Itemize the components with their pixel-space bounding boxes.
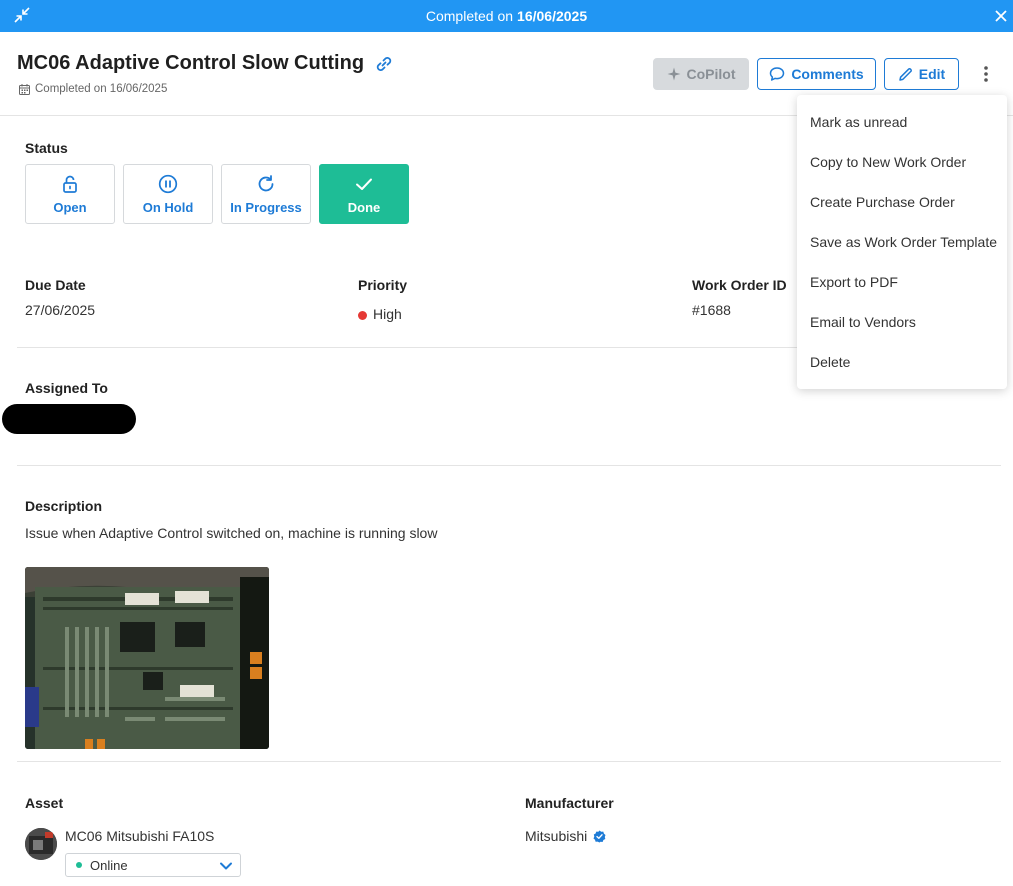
check-icon	[356, 178, 372, 190]
status-label: Status	[25, 140, 68, 156]
priority-value: High	[358, 306, 402, 322]
status-open-button[interactable]: Open	[25, 164, 115, 224]
menu-item-email-vendors[interactable]: Email to Vendors	[810, 314, 916, 330]
menu-item-create-purchase-order[interactable]: Create Purchase Order	[810, 194, 955, 210]
description-label: Description	[25, 498, 103, 514]
machine-thumbnail	[25, 828, 57, 860]
more-options-icon[interactable]	[976, 62, 996, 86]
pause-icon	[158, 174, 178, 193]
divider	[17, 761, 1001, 762]
asset-label: Asset	[25, 795, 64, 811]
due-date-value: 27/06/2025	[25, 302, 96, 318]
priority-text: High	[373, 306, 402, 322]
edit-button[interactable]: Edit	[884, 58, 959, 90]
status-on-hold-button[interactable]: On Hold	[123, 164, 213, 224]
manufacturer-value: Mitsubishi	[525, 828, 606, 844]
menu-item-save-template[interactable]: Save as Work Order Template	[810, 234, 997, 250]
close-icon[interactable]	[991, 6, 1011, 26]
online-indicator	[76, 862, 82, 868]
unlock-icon	[63, 175, 77, 193]
more-options-menu: Mark as unread Copy to New Work Order Cr…	[797, 95, 1007, 389]
comments-label: Comments	[791, 66, 864, 82]
attachment-image[interactable]	[25, 567, 269, 749]
status-open-label: Open	[53, 199, 87, 215]
asset-name[interactable]: MC06 Mitsubishi FA10S	[65, 828, 214, 844]
description-text: Issue when Adaptive Control switched on,…	[25, 525, 438, 541]
assigned-to-label: Assigned To	[25, 380, 108, 396]
subtitle-text: Completed on 16/06/2025	[35, 83, 168, 95]
status-in-progress-label: In Progress	[230, 199, 302, 215]
asset-status-select[interactable]: Online	[65, 853, 241, 877]
sparkle-icon	[667, 67, 680, 81]
banner-prefix: Completed on	[425, 8, 514, 24]
work-order-id-label: Work Order ID	[692, 277, 787, 293]
manufacturer-name[interactable]: Mitsubishi	[525, 828, 587, 844]
menu-item-mark-unread[interactable]: Mark as unread	[810, 114, 907, 130]
redacted-assignee	[2, 404, 136, 434]
due-date-label: Due Date	[25, 277, 86, 293]
comments-button[interactable]: Comments	[757, 58, 876, 90]
completion-banner: Completed on 16/06/2025	[0, 0, 1013, 32]
priority-indicator	[358, 310, 367, 320]
link-icon[interactable]	[374, 54, 394, 74]
circuit-board-image	[25, 567, 269, 749]
page-title: MC06 Adaptive Control Slow Cutting	[17, 52, 394, 75]
copilot-button[interactable]: CoPilot	[653, 58, 749, 90]
edit-label: Edit	[918, 66, 946, 82]
menu-item-copy-work-order[interactable]: Copy to New Work Order	[810, 154, 966, 170]
refresh-icon	[258, 174, 274, 191]
status-in-progress-button[interactable]: In Progress	[221, 164, 311, 224]
menu-item-export-pdf[interactable]: Export to PDF	[810, 274, 898, 290]
pencil-icon	[899, 67, 912, 81]
banner-date: 16/06/2025	[517, 8, 588, 24]
asset-status-value: Online	[90, 857, 128, 873]
priority-label: Priority	[358, 277, 408, 293]
status-on-hold-label: On Hold	[142, 199, 194, 215]
status-done-button[interactable]: Done	[319, 164, 409, 224]
manufacturer-label: Manufacturer	[525, 795, 614, 811]
status-done-label: Done	[347, 199, 381, 215]
page-title-text: MC06 Adaptive Control Slow Cutting	[17, 52, 365, 74]
divider	[17, 465, 1001, 466]
work-order-id-value: #1688	[692, 302, 731, 318]
completion-subtitle: Completed on 16/06/2025	[19, 83, 167, 95]
collapse-icon[interactable]	[12, 5, 32, 25]
chevron-down-icon	[220, 862, 232, 870]
comment-icon	[770, 67, 785, 81]
verified-icon	[593, 830, 606, 842]
calendar-icon	[19, 83, 30, 95]
asset-avatar[interactable]	[25, 828, 57, 860]
menu-item-delete[interactable]: Delete	[810, 354, 850, 370]
copilot-label: CoPilot	[686, 66, 736, 82]
